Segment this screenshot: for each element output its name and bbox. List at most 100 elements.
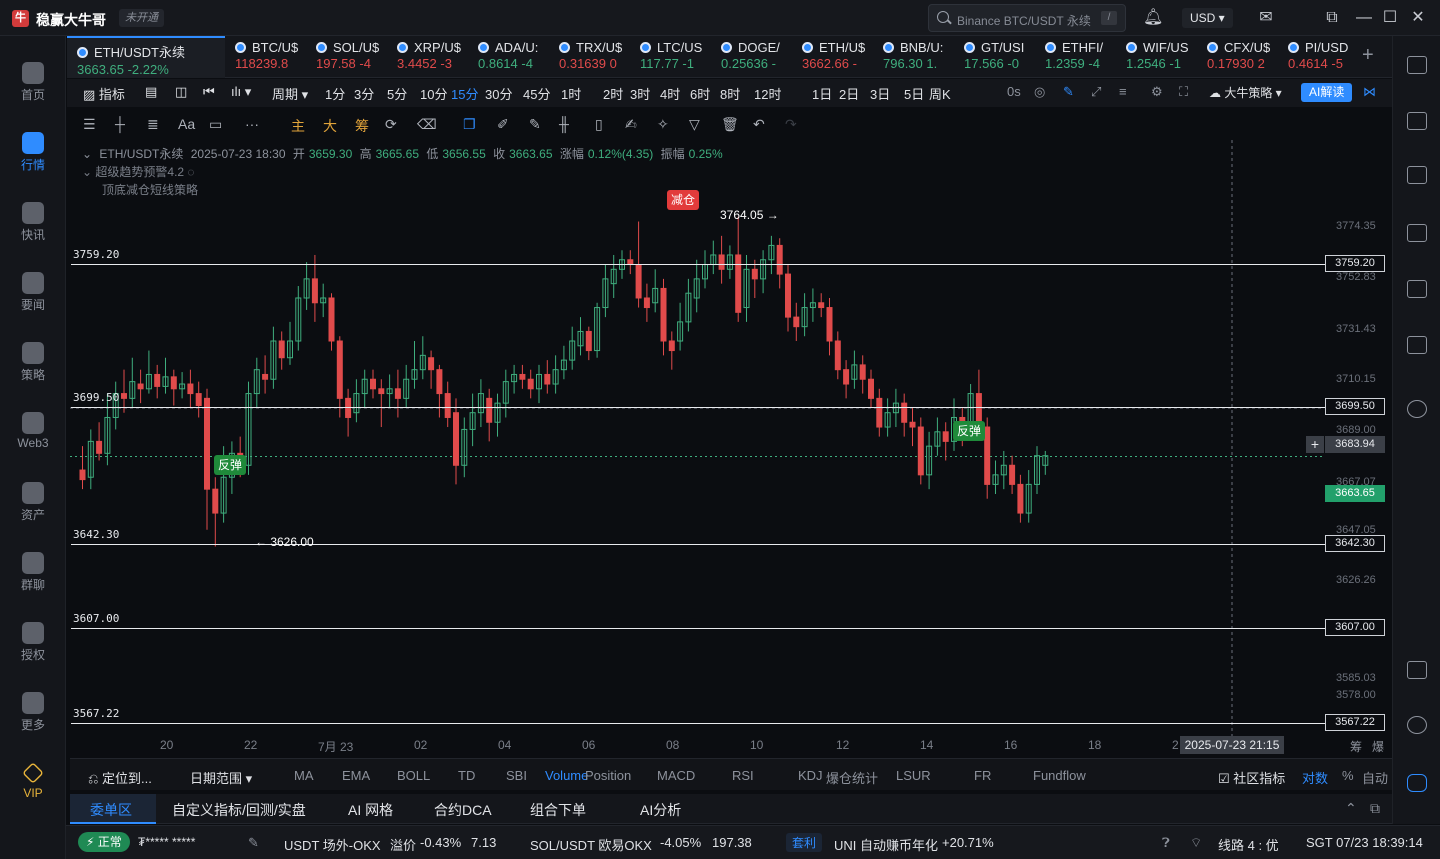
note-icon[interactable]: ✍ (625, 116, 637, 133)
level-price-box[interactable]: 3759.20 (1325, 255, 1385, 273)
nav-item-chat[interactable]: 群聊 (0, 548, 66, 608)
level-price-box[interactable]: 3607.00 (1325, 618, 1385, 636)
lock-icon[interactable]: ▯ (595, 116, 603, 133)
symbol-tab[interactable]: CFX/U$ 0.17930 2 (1197, 36, 1278, 78)
edit-icon[interactable]: ✎ (529, 116, 541, 133)
level-line[interactable] (71, 264, 1325, 266)
ai-interpret-button[interactable]: AI解读 (1301, 83, 1353, 102)
settings-icon[interactable]: ⚙ (1151, 84, 1163, 100)
indicator-ma[interactable]: MA (294, 768, 314, 783)
expand-icon[interactable]: ⤢ (1091, 84, 1101, 100)
magic-icon[interactable]: ✧ (657, 116, 669, 133)
nav-item-vip[interactable]: VIP (0, 758, 66, 818)
log-scale-button[interactable]: 对数 (1302, 768, 1328, 787)
corner-label-chip[interactable]: 筹 (1350, 738, 1362, 755)
calendar-icon[interactable]: ▤ (145, 84, 157, 100)
collapse-icon[interactable]: ⌃ (1345, 800, 1357, 817)
bell-icon[interactable]: 🔔︎ (1143, 8, 1163, 28)
copy-icon[interactable]: ❐ (463, 116, 476, 133)
period-5[interactable]: 30分 (485, 84, 512, 103)
popout-icon[interactable]: ⧉ (1322, 8, 1342, 28)
level-price-box[interactable]: 3642.30 (1325, 534, 1385, 552)
period-10[interactable]: 4时 (660, 84, 680, 103)
currency-select[interactable]: USD ▾ (1182, 8, 1233, 28)
eye-off-icon[interactable]: ◌ (184, 165, 194, 179)
order-tab-5[interactable]: AI分析 (640, 800, 681, 820)
candle-type-icon[interactable]: ılı ▾ (231, 84, 251, 100)
period-2[interactable]: 5分 (387, 84, 407, 103)
percent-button[interactable]: % (1342, 768, 1354, 783)
edit-icon[interactable]: ✎ (248, 835, 259, 851)
cycle-select[interactable]: 周期 ▾ (272, 84, 308, 103)
help-icon[interactable]: ❓︎ (1162, 835, 1170, 851)
period-1[interactable]: 3分 (354, 84, 374, 103)
indicator-strategy[interactable]: 顶底减仓短线策略 (102, 181, 198, 198)
symbol-tab[interactable]: PI/USD 0.4614 -5 (1278, 36, 1359, 78)
symbol-tab[interactable]: WIF/US 1.2546 -1 (1116, 36, 1197, 78)
order-tab-1[interactable]: 自定义指标/回测/实盘 (172, 800, 306, 820)
indicator-button[interactable]: ▨ 指标 (83, 84, 125, 103)
nav-item-web3[interactable]: Web3 (0, 408, 66, 468)
indicator-kdj[interactable]: KDJ (798, 768, 823, 783)
exchange-icon[interactable] (1407, 400, 1427, 418)
order-tab-3[interactable]: 合约DCA (434, 800, 492, 820)
symbol-tab[interactable]: ETH/USDT永续 3663.65 -2.22% (67, 36, 225, 78)
period-4[interactable]: 15分 (451, 84, 478, 103)
symbol-tab[interactable]: ADA/U: 0.8614 -4 (468, 36, 549, 78)
document-icon[interactable] (1407, 112, 1427, 130)
indicator-macd[interactable]: MACD (657, 768, 695, 783)
rewind-icon[interactable]: ⏮ (203, 84, 215, 100)
indicator-sbi[interactable]: SBI (506, 768, 527, 783)
ohlc-icon[interactable]: ╫ (559, 116, 569, 132)
connection-status[interactable]: ⚡︎ 正常 (78, 832, 130, 852)
level-line[interactable] (71, 627, 1325, 629)
indicator-fundflow[interactable]: Fundflow (1033, 768, 1086, 783)
symbol-tab[interactable]: DOGE/0.25636 - (711, 36, 792, 78)
period-18[interactable]: 周K (929, 84, 951, 103)
split-icon[interactable]: ◫ (175, 84, 187, 100)
popout-panel-icon[interactable]: ⧉ (1370, 800, 1380, 817)
list-icon[interactable] (1407, 56, 1427, 74)
ruler-icon[interactable]: ▭ (209, 116, 222, 133)
indicator-ema[interactable]: EMA (342, 768, 370, 783)
symbol-tab[interactable]: GT/USI 17.566 -0 (954, 36, 1035, 78)
symbol-tab[interactable]: SOL/U$ 197.58 -4 (306, 36, 387, 78)
locate-button[interactable]: ⎌ 定位到... (88, 768, 152, 787)
period-0[interactable]: 1分 (325, 84, 345, 103)
indicator-td[interactable]: TD (458, 768, 475, 783)
nav-item-strategy[interactable]: 策略 (0, 338, 66, 398)
period-15[interactable]: 2日 (839, 84, 859, 103)
dollar-icon[interactable] (1407, 166, 1427, 184)
close-icon[interactable]: ✕ (1408, 8, 1428, 28)
mail-icon[interactable]: ✉︎ (1256, 8, 1276, 28)
period-3[interactable]: 10分 (420, 84, 447, 103)
big-order-button[interactable]: 大 (323, 116, 337, 136)
chip-button[interactable]: 筹 (355, 116, 369, 136)
line-status[interactable]: 线路 4 : 优 (1218, 835, 1279, 854)
indicator-volume[interactable]: Volume (545, 768, 588, 783)
period-11[interactable]: 6时 (690, 84, 710, 103)
filter-icon[interactable]: ▽ (689, 116, 700, 133)
period-17[interactable]: 5日 (904, 84, 924, 103)
main-chart-button[interactable]: 主 (291, 116, 305, 136)
symbol-tab[interactable]: BNB/U: 796.30 1. (873, 36, 954, 78)
chart-canvas[interactable] (70, 140, 1392, 756)
robot-icon[interactable] (1407, 774, 1427, 792)
trash-icon[interactable]: 🗑︎ (721, 116, 739, 133)
info-collapse-icon[interactable]: ⌄ (82, 147, 95, 161)
indicator-爆仓统计[interactable]: 爆仓统计 (826, 768, 878, 787)
maximize-icon[interactable]: ☐ (1380, 8, 1400, 28)
auto-scale-button[interactable]: 自动 (1362, 768, 1388, 787)
redo-icon[interactable]: ↷ (785, 116, 797, 133)
indicator-supertrend[interactable]: ⌄ 超级趋势预警4.2 ◌ (82, 163, 195, 180)
period-6[interactable]: 45分 (523, 84, 550, 103)
camera-icon[interactable]: ◎ (1034, 84, 1045, 100)
order-tab-2[interactable]: AI 网格 (348, 800, 393, 820)
symbol-tab[interactable]: XRP/U$ 3.4452 -3 (387, 36, 468, 78)
arbitrage-badge[interactable]: 套利 (786, 833, 823, 852)
fullscreen-icon[interactable]: ⛶ (1179, 84, 1188, 100)
indicator-fr[interactable]: FR (974, 768, 991, 783)
text-tool[interactable]: Aa (178, 116, 195, 132)
minimize-icon[interactable]: — (1354, 8, 1374, 28)
more-icon[interactable]: ··· (245, 116, 259, 132)
